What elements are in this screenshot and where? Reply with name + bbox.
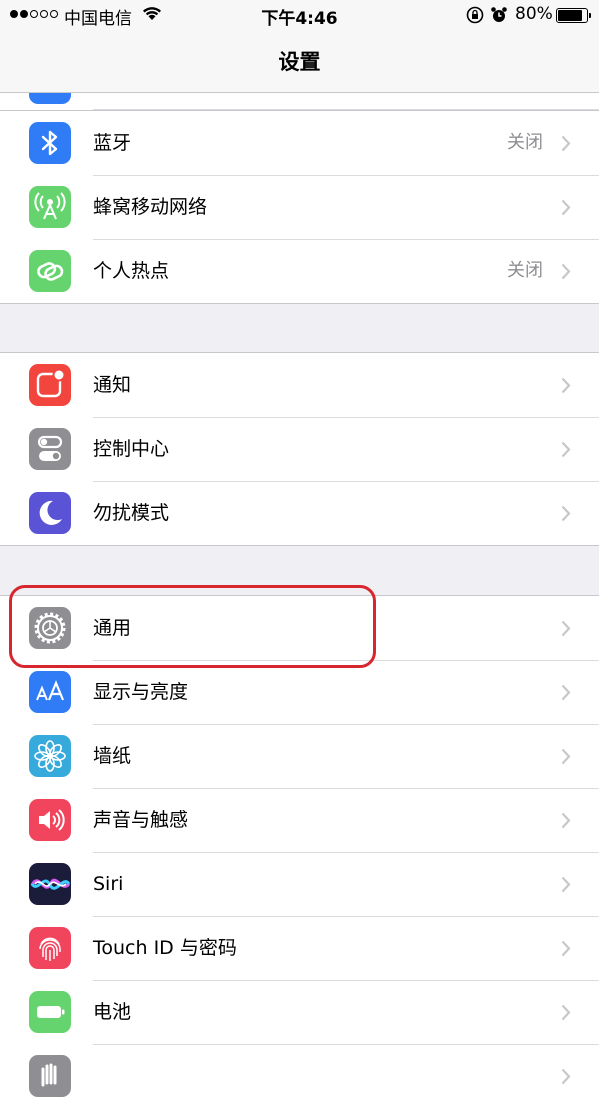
chevron-right-icon bbox=[561, 1068, 571, 1085]
orientation-lock-icon bbox=[466, 6, 484, 24]
status-bar: 中国电信 下午4:46 80% bbox=[0, 0, 599, 30]
settings-row-sounds[interactable]: 声音与触感 bbox=[0, 788, 599, 852]
settings-row-do-not-disturb[interactable]: 勿扰模式 bbox=[0, 481, 599, 545]
settings-row-siri[interactable]: Siri bbox=[0, 852, 599, 916]
gear-icon bbox=[29, 607, 71, 649]
partial-row-icon bbox=[29, 93, 71, 104]
row-label: 个人热点 bbox=[93, 260, 170, 282]
chevron-right-icon bbox=[561, 441, 571, 458]
row-label: Siri bbox=[93, 873, 124, 895]
chevron-right-icon bbox=[561, 876, 571, 893]
row-label: 蜂窝移动网络 bbox=[93, 196, 208, 218]
settings-row-cellular[interactable]: 蜂窝移动网络 bbox=[0, 175, 599, 239]
status-time: 下午4:46 bbox=[261, 9, 338, 29]
settings-row-wallpaper[interactable]: 墙纸 bbox=[0, 724, 599, 788]
row-detail: 关闭 bbox=[507, 260, 543, 281]
moon-icon bbox=[29, 492, 71, 534]
row-label: 声音与触感 bbox=[93, 809, 189, 831]
row-label: 蓝牙 bbox=[93, 132, 132, 154]
navigation-bar: 设置 bbox=[0, 30, 599, 93]
chevron-right-icon bbox=[561, 199, 571, 216]
settings-row-hotspot[interactable]: 个人热点 关闭 bbox=[0, 239, 599, 303]
general-group: 通用 显示与亮度 墙纸 声音与触感 Siri Touch ID 与密码 电池 bbox=[0, 595, 599, 1108]
settings-row-display[interactable]: 显示与亮度 bbox=[0, 660, 599, 724]
cellular-antenna-icon bbox=[29, 186, 71, 228]
row-label: 显示与亮度 bbox=[93, 681, 189, 703]
fingerprint-icon bbox=[29, 927, 71, 969]
settings-row-battery[interactable]: 电池 bbox=[0, 980, 599, 1044]
chevron-right-icon bbox=[561, 940, 571, 957]
settings-row-general[interactable]: 通用 bbox=[0, 596, 599, 660]
control-center-icon bbox=[29, 428, 71, 470]
text-size-icon bbox=[29, 671, 71, 713]
hotspot-link-icon bbox=[29, 250, 71, 292]
chevron-right-icon bbox=[561, 812, 571, 829]
row-label: 电池 bbox=[93, 1001, 132, 1023]
siri-icon bbox=[29, 863, 71, 905]
battery-icon bbox=[29, 991, 71, 1033]
chevron-right-icon bbox=[561, 505, 571, 522]
alarm-icon bbox=[491, 7, 507, 22]
settings-row-touch-id[interactable]: Touch ID 与密码 bbox=[0, 916, 599, 980]
row-label: 通用 bbox=[93, 617, 132, 639]
row-label: Touch ID 与密码 bbox=[93, 937, 237, 959]
chevron-right-icon bbox=[561, 1004, 571, 1021]
row-label: 通知 bbox=[93, 374, 132, 396]
connectivity-group: 蓝牙 关闭 蜂窝移动网络 个人热点 关闭 bbox=[0, 110, 599, 304]
row-label: 控制中心 bbox=[93, 438, 170, 460]
row-label: 墙纸 bbox=[93, 745, 132, 767]
row-label: 勿扰模式 bbox=[93, 502, 170, 524]
battery-status-icon bbox=[556, 8, 591, 23]
speaker-icon bbox=[29, 799, 71, 841]
chevron-right-icon bbox=[561, 377, 571, 394]
page-title: 设置 bbox=[278, 50, 321, 74]
settings-row-bluetooth[interactable]: 蓝牙 关闭 bbox=[0, 111, 599, 175]
chevron-right-icon bbox=[561, 748, 571, 765]
hand-icon bbox=[29, 1055, 71, 1097]
chevron-right-icon bbox=[561, 135, 571, 152]
settings-row-notifications[interactable]: 通知 bbox=[0, 353, 599, 417]
chevron-right-icon bbox=[561, 684, 571, 701]
bluetooth-icon bbox=[29, 122, 71, 164]
chevron-right-icon bbox=[561, 263, 571, 280]
notifications-icon bbox=[29, 364, 71, 406]
chevron-right-icon bbox=[561, 620, 571, 637]
notifications-group: 通知 控制中心 勿扰模式 bbox=[0, 352, 599, 546]
battery-percent: 80% bbox=[515, 4, 553, 24]
settings-row-control-center[interactable]: 控制中心 bbox=[0, 417, 599, 481]
list-item-partial[interactable] bbox=[0, 93, 599, 110]
row-detail: 关闭 bbox=[507, 132, 543, 153]
flower-icon bbox=[29, 735, 71, 777]
settings-row-privacy[interactable] bbox=[0, 1044, 599, 1108]
